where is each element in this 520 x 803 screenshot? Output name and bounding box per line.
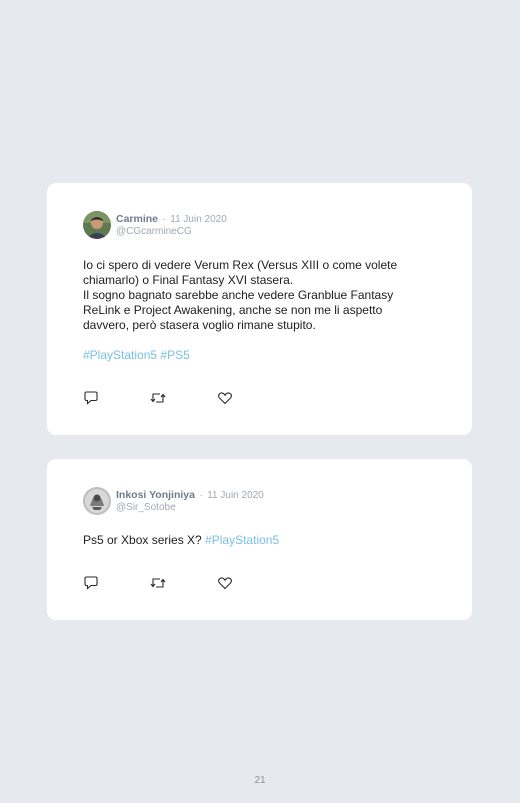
reply-icon <box>84 391 98 405</box>
tweet-text-line: Io ci spero di vedere Verum Rex (Versus … <box>83 258 398 272</box>
author-name[interactable]: Carmine <box>116 213 158 225</box>
meta-separator: · <box>199 490 203 501</box>
retweet-button[interactable] <box>150 391 166 405</box>
hashtag-link[interactable]: #PlayStation5 <box>83 348 157 362</box>
tweet-actions <box>83 391 233 405</box>
name-line: Inkosi Yonjiniya · 11 Juin 2020 <box>116 488 264 502</box>
avatar-photo-icon <box>83 487 111 515</box>
tweet-header: Carmine · 11 Juin 2020 @CGcarmineCG <box>83 211 227 239</box>
name-line: Carmine · 11 Juin 2020 <box>116 212 227 226</box>
avatar[interactable] <box>83 211 111 239</box>
like-icon <box>218 577 232 590</box>
author-handle[interactable]: @CGcarmineCG <box>116 226 227 238</box>
tweet-date[interactable]: 11 Juin 2020 <box>170 214 227 225</box>
tweet-text-line: Il sogno bagnato sarebbe anche vedere Gr… <box>83 288 394 302</box>
hashtag-link[interactable]: #PlayStation5 <box>205 533 279 547</box>
reply-button[interactable] <box>83 576 99 590</box>
retweet-icon <box>150 393 166 403</box>
author-handle[interactable]: @Sir_Sotobe <box>116 502 264 514</box>
tweet-header: Inkosi Yonjiniya · 11 Juin 2020 @Sir_Sot… <box>83 487 264 515</box>
tweet-text-line: davvero, però stasera voglio rimane stup… <box>83 318 316 332</box>
tweet-card: Carmine · 11 Juin 2020 @CGcarmineCG Io c… <box>47 183 472 435</box>
retweet-button[interactable] <box>150 576 166 590</box>
author-name[interactable]: Inkosi Yonjiniya <box>116 489 195 501</box>
tweet-text-content: Ps5 or Xbox series X? <box>83 533 202 547</box>
like-icon <box>218 392 232 405</box>
meta-separator: · <box>162 214 166 225</box>
like-button[interactable] <box>217 576 233 590</box>
tweet-text-line: ReLink e Project Awakening, anche se non… <box>83 303 383 317</box>
tweet-text: Io ci spero di vedere Verum Rex (Versus … <box>83 258 442 363</box>
avatar-photo-icon <box>83 211 111 239</box>
like-button[interactable] <box>217 391 233 405</box>
reply-button[interactable] <box>83 391 99 405</box>
hashtag-link[interactable]: #PS5 <box>160 348 189 362</box>
retweet-icon <box>150 578 166 588</box>
reply-icon <box>84 576 98 590</box>
tweet-card: Inkosi Yonjiniya · 11 Juin 2020 @Sir_Sot… <box>47 459 472 620</box>
tweet-text: Ps5 or Xbox series X? #PlayStation5 <box>83 533 442 548</box>
hashtag-list: #PlayStation5 #PS5 <box>83 348 442 363</box>
tweet-meta: Inkosi Yonjiniya · 11 Juin 2020 @Sir_Sot… <box>116 488 264 514</box>
tweet-meta: Carmine · 11 Juin 2020 @CGcarmineCG <box>116 212 227 238</box>
page-number: 21 <box>254 775 266 786</box>
avatar[interactable] <box>83 487 111 515</box>
tweet-text-line: Ps5 or Xbox series X? #PlayStation5 <box>83 533 442 548</box>
tweet-date[interactable]: 11 Juin 2020 <box>207 490 264 501</box>
tweet-actions <box>83 576 233 590</box>
tweet-text-line: chiamarlo) o Final Fantasy XVI stasera. <box>83 273 294 287</box>
